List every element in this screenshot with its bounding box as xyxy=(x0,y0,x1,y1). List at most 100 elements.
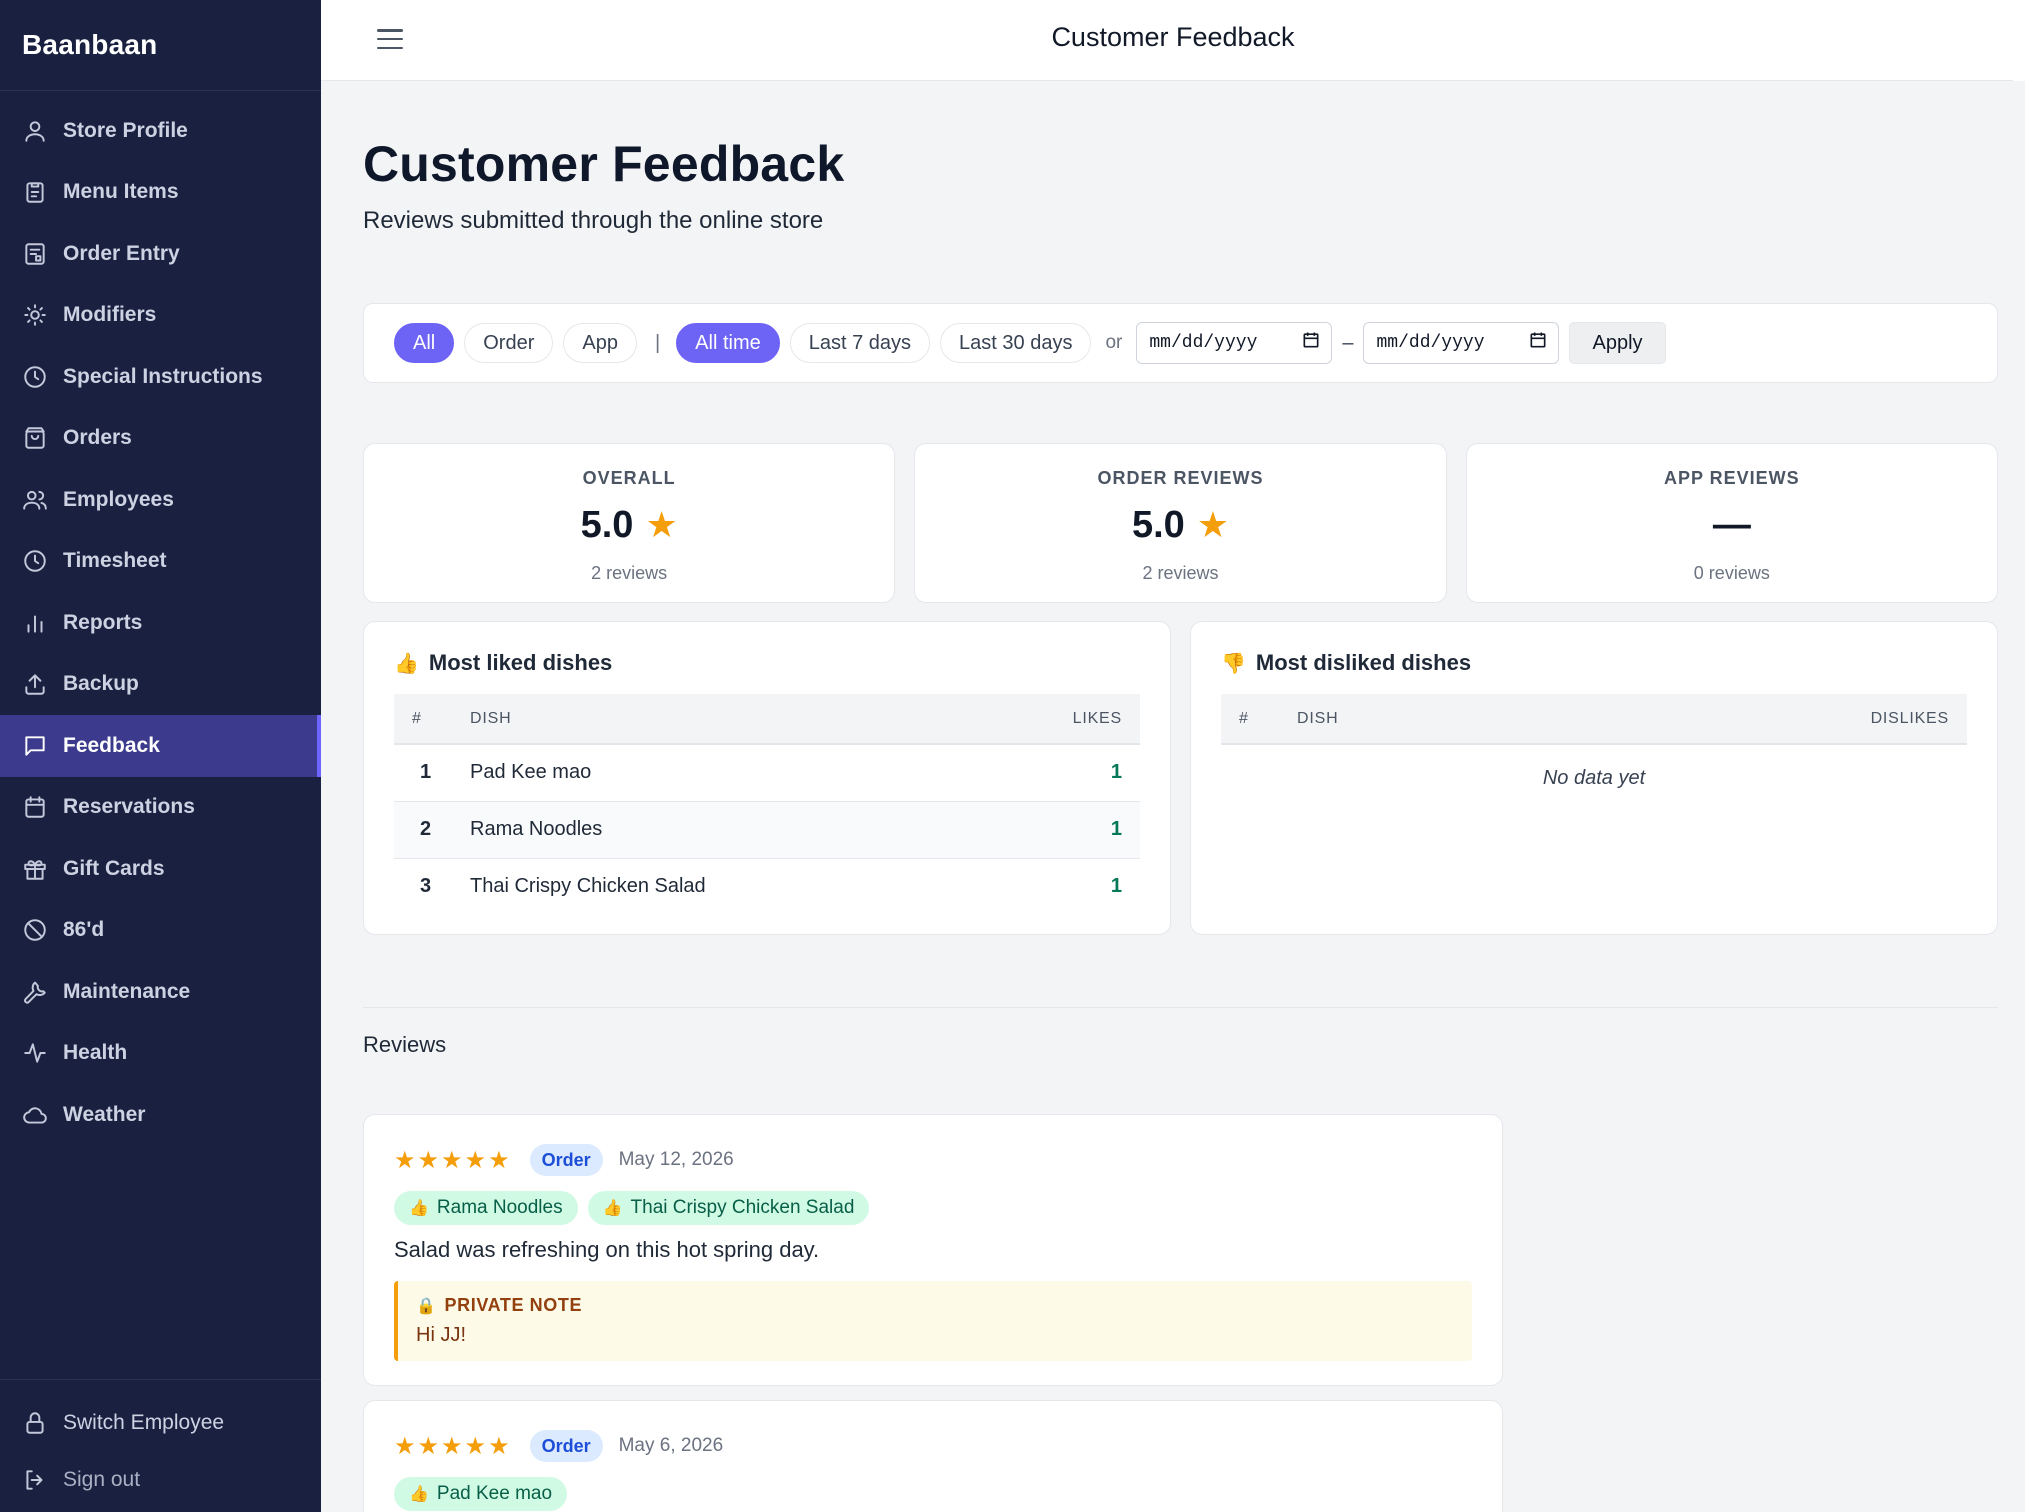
star-rating: ★★★★★ xyxy=(394,1432,512,1460)
sign-out-icon xyxy=(22,1467,48,1493)
filter-range-all-time[interactable]: All time xyxy=(676,323,780,363)
star-icon: ★ xyxy=(645,504,678,545)
sidebar-item-special-instructions[interactable]: Special Instructions xyxy=(0,346,321,408)
sidebar-item-modifiers[interactable]: Modifiers xyxy=(0,285,321,347)
stat-value-number: 5.0 xyxy=(1131,503,1185,546)
date-to-value: mm/dd/yyyy xyxy=(1376,333,1485,353)
review-date: May 6, 2026 xyxy=(618,1435,724,1456)
sidebar-item-feedback[interactable]: Feedback xyxy=(0,715,321,777)
apply-button[interactable]: Apply xyxy=(1569,322,1666,364)
reviews-heading: Reviews xyxy=(363,1032,447,1057)
calendar-icon[interactable] xyxy=(1301,330,1321,356)
sun-icon xyxy=(22,302,48,328)
sidebar-item-86d[interactable]: 86'd xyxy=(0,900,321,962)
filter-source-order[interactable]: Order xyxy=(464,323,554,363)
most-liked-title: Most liked dishes xyxy=(428,650,613,675)
stat-card-overall: OVERALL 5.0 ★ 2 reviews xyxy=(363,443,896,603)
calendar-icon[interactable] xyxy=(1528,330,1548,356)
dish-tables-row: 👍 Most liked dishes # DISH LIKES 1 Pad K… xyxy=(363,621,1998,935)
column-header-dish: DISH xyxy=(1297,694,1499,745)
dish-chips: 👍 Rama Noodles 👍 Thai Crispy Chicken Sal… xyxy=(394,1191,1472,1225)
filter-separator: | xyxy=(654,331,661,354)
stat-card-order-reviews: ORDER REVIEWS 5.0 ★ 2 reviews xyxy=(914,443,1447,603)
chip-label: Pad Kee mao xyxy=(436,1483,553,1504)
sidebar-item-label: Reports xyxy=(63,610,143,634)
lock-icon: 🔒 xyxy=(416,1297,437,1315)
review-meta: ★★★★★ Order May 6, 2026 xyxy=(394,1429,1472,1463)
filter-source-app[interactable]: App xyxy=(563,323,637,363)
sidebar-item-weather[interactable]: Weather xyxy=(0,1084,321,1146)
sidebar-item-label: Menu Items xyxy=(63,180,179,204)
switch-employee-button[interactable]: Switch Employee xyxy=(0,1394,321,1451)
private-note: 🔒 PRIVATE NOTE Hi JJ! xyxy=(394,1281,1472,1361)
section-divider xyxy=(363,1007,1998,1008)
cloud-icon xyxy=(22,1102,48,1128)
filter-bar: All Order App | All time Last 7 days Las… xyxy=(363,303,1998,383)
thumbs-up-icon: 👍 xyxy=(394,652,419,675)
topbar: Customer Feedback xyxy=(321,0,2025,81)
stat-label: OVERALL xyxy=(582,468,676,488)
stats-row: OVERALL 5.0 ★ 2 reviews ORDER REVIEWS 5.… xyxy=(363,443,1998,603)
order-entry-icon xyxy=(22,241,48,267)
stat-count: 0 reviews xyxy=(1693,563,1770,583)
likes-cell: 1 xyxy=(991,744,1140,802)
review-card: ★★★★★ Order May 12, 2026 👍 Rama Noodles … xyxy=(363,1114,1503,1386)
stat-label: APP REVIEWS xyxy=(1663,468,1800,488)
date-to-input[interactable]: mm/dd/yyyy xyxy=(1363,322,1560,364)
sidebar-item-health[interactable]: Health xyxy=(0,1023,321,1085)
sidebar-item-label: Maintenance xyxy=(63,979,191,1003)
sidebar-item-gift-cards[interactable]: Gift Cards xyxy=(0,838,321,900)
message-square-icon xyxy=(22,733,48,759)
scrollbar[interactable] xyxy=(2013,0,2025,81)
review-text: Salad was refreshing on this hot spring … xyxy=(394,1237,820,1262)
page-subtitle: Reviews submitted through the online sto… xyxy=(363,207,824,234)
sidebar-item-timesheet[interactable]: Timesheet xyxy=(0,531,321,593)
sidebar-item-label: Reservations xyxy=(63,795,195,819)
sidebar-item-label: Store Profile xyxy=(63,118,188,142)
sidebar-item-label: Switch Employee xyxy=(63,1410,225,1434)
table-header-row: # DISH LIKES xyxy=(394,694,1140,745)
column-header-rank: # xyxy=(1221,694,1297,745)
star-rating: ★★★★★ xyxy=(394,1146,512,1174)
filter-range-last-30-days[interactable]: Last 30 days xyxy=(940,323,1092,363)
private-note-title: PRIVATE NOTE xyxy=(444,1295,583,1315)
user-icon xyxy=(22,118,48,144)
clock-icon xyxy=(22,364,48,390)
private-note-text: Hi JJ! xyxy=(416,1324,466,1346)
date-range-dash: – xyxy=(1342,331,1354,354)
most-disliked-heading: 👎 Most disliked dishes xyxy=(1221,648,1967,678)
brand-logo[interactable]: Baanbaan xyxy=(0,0,321,91)
date-from-value: mm/dd/yyyy xyxy=(1149,333,1258,353)
filter-source-all[interactable]: All xyxy=(394,323,455,363)
rank-cell: 1 xyxy=(394,744,470,802)
sidebar-item-label: Weather xyxy=(63,1102,146,1126)
most-disliked-card: 👎 Most disliked dishes # DISH DISLIKES N… xyxy=(1190,621,1998,935)
most-disliked-title: Most disliked dishes xyxy=(1255,650,1472,675)
gift-icon xyxy=(22,856,48,882)
sidebar-item-label: Timesheet xyxy=(63,549,167,573)
thumbs-up-icon: 👍 xyxy=(409,1486,429,1503)
chip-label: Thai Crispy Chicken Salad xyxy=(630,1197,855,1218)
sidebar-item-store-profile[interactable]: Store Profile xyxy=(0,100,321,162)
users-icon xyxy=(22,487,48,513)
sidebar-item-label: Order Entry xyxy=(63,241,180,265)
ban-icon xyxy=(22,917,48,943)
most-liked-card: 👍 Most liked dishes # DISH LIKES 1 Pad K… xyxy=(363,621,1171,935)
date-from-input[interactable]: mm/dd/yyyy xyxy=(1136,322,1333,364)
sidebar-item-backup[interactable]: Backup xyxy=(0,654,321,716)
sidebar-item-orders[interactable]: Orders xyxy=(0,408,321,470)
sidebar-item-menu-items[interactable]: Menu Items xyxy=(0,162,321,224)
column-header-dish: DISH xyxy=(470,694,992,745)
thumbs-up-icon: 👍 xyxy=(602,1200,623,1217)
sidebar-item-employees[interactable]: Employees xyxy=(0,469,321,531)
sidebar-item-maintenance[interactable]: Maintenance xyxy=(0,961,321,1023)
sidebar-item-order-entry[interactable]: Order Entry xyxy=(0,223,321,285)
sidebar-item-reservations[interactable]: Reservations xyxy=(0,777,321,839)
filter-range-last-7-days[interactable]: Last 7 days xyxy=(789,323,931,363)
sidebar-item-label: Special Instructions xyxy=(63,364,263,388)
sign-out-button[interactable]: Sign out xyxy=(0,1451,321,1508)
stat-value: 5.0 ★ xyxy=(915,501,1445,549)
sidebar-item-reports[interactable]: Reports xyxy=(0,592,321,654)
sidebar-item-label: Modifiers xyxy=(63,303,157,327)
stat-value: 5.0 ★ xyxy=(364,501,894,549)
